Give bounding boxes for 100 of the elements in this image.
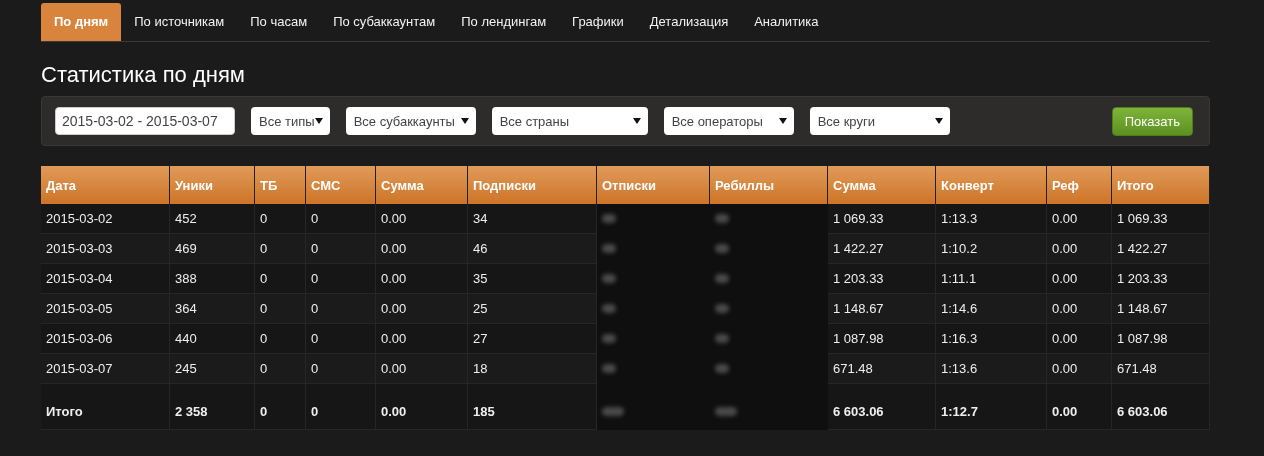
table-cell: 2015-03-05 — [41, 293, 170, 324]
table-cell: 2015-03-04 — [41, 263, 170, 294]
blurred-value — [715, 274, 729, 283]
tab[interactable]: Детализация — [636, 3, 742, 41]
table-cell: Итого — [41, 383, 170, 430]
table-cell: 1 069.33 — [1111, 204, 1210, 234]
blurred-value — [715, 244, 729, 253]
table-cell: 1:10.2 — [935, 233, 1047, 264]
tab[interactable]: Аналитика — [741, 3, 832, 41]
table-cell: 1:14.6 — [935, 293, 1047, 324]
blurred-value — [602, 407, 624, 416]
column-header[interactable]: Дата — [41, 166, 170, 204]
table-cell: 0.00 — [375, 353, 468, 384]
caret-icon — [934, 117, 943, 125]
table-cell: 671.48 — [1111, 353, 1210, 384]
dropdown[interactable]: Все типы — [251, 107, 330, 135]
table-cell: 1:11.1 — [935, 263, 1047, 294]
table-cell: 2015-03-02 — [41, 204, 170, 234]
column-header[interactable]: Итого — [1111, 166, 1210, 204]
table-cell: 0 — [254, 263, 306, 294]
blurred-value — [602, 364, 616, 373]
table-cell: 2015-03-03 — [41, 233, 170, 264]
table-cell: 1 148.67 — [827, 293, 936, 324]
table-cell: 1 203.33 — [827, 263, 936, 294]
blurred-value — [715, 407, 737, 416]
dropdown[interactable]: Все субаккаунты — [345, 107, 476, 135]
table-cell: 0 — [254, 293, 306, 324]
table-cell: 185 — [467, 383, 597, 430]
table-cell: 671.48 — [827, 353, 936, 384]
blurred-value — [715, 364, 729, 373]
blurred-value — [602, 334, 616, 343]
table-cell: 0.00 — [1046, 353, 1112, 384]
table-cell: 0.00 — [375, 233, 468, 264]
table-cell: 0.00 — [1046, 383, 1112, 430]
blurred-value — [715, 304, 729, 313]
show-button[interactable]: Показать — [1111, 106, 1193, 136]
table-cell: 0 — [254, 383, 306, 430]
table-cell: 1 422.27 — [1111, 233, 1210, 264]
table-cell: 0.00 — [1046, 323, 1112, 354]
table-cell: 0 — [305, 263, 376, 294]
caret-icon — [632, 117, 641, 125]
table-cell: 0.00 — [375, 263, 468, 294]
dropdown[interactable]: Все операторы — [663, 107, 794, 135]
table-cell: 440 — [169, 323, 255, 354]
blurred-value — [602, 244, 616, 253]
tab[interactable]: По источникам — [121, 3, 238, 41]
table-cell: 0.00 — [1046, 263, 1112, 294]
blurred-value — [715, 214, 729, 223]
caret-icon — [460, 117, 469, 125]
tab[interactable]: По часам — [237, 3, 321, 41]
table-cell: 452 — [169, 204, 255, 234]
table-cell: 46 — [467, 233, 597, 264]
column-header[interactable]: Уники — [169, 166, 255, 204]
table-cell: 0 — [305, 233, 376, 264]
table-cell: 1 148.67 — [1111, 293, 1210, 324]
table-cell: 0.00 — [375, 383, 468, 430]
table-cell: 0 — [305, 383, 376, 430]
column-header[interactable]: СМС — [305, 166, 376, 204]
table-cell: 2 358 — [169, 383, 255, 430]
blurred-value — [715, 334, 729, 343]
table-cell: 27 — [467, 323, 597, 354]
table-cell: 18 — [467, 353, 597, 384]
tab[interactable]: Графики — [559, 3, 637, 41]
column-header[interactable]: ТБ — [254, 166, 306, 204]
table-cell: 1 203.33 — [1111, 263, 1210, 294]
table-cell: 1:13.6 — [935, 353, 1047, 384]
table-cell: 0.00 — [1046, 293, 1112, 324]
table-cell: 2015-03-06 — [41, 323, 170, 354]
dropdown[interactable]: Все круги — [809, 107, 950, 135]
column-header[interactable]: Подписки — [467, 166, 597, 204]
table-cell: 6 603.06 — [1111, 383, 1210, 430]
tab[interactable]: По субаккаунтам — [320, 3, 449, 41]
caret-icon — [314, 117, 323, 125]
table-cell: 2015-03-07 — [41, 353, 170, 384]
table-cell: 1 422.27 — [827, 233, 936, 264]
column-header[interactable]: Отписки — [596, 166, 710, 204]
table-cell: 0 — [305, 323, 376, 354]
table-cell: 1 069.33 — [827, 204, 936, 234]
table-cell: 364 — [169, 293, 255, 324]
caret-icon — [778, 117, 787, 125]
table-cell: 388 — [169, 263, 255, 294]
blurred-value — [602, 214, 616, 223]
table-cell: 1 087.98 — [827, 323, 936, 354]
table-cell: 0 — [254, 204, 306, 234]
column-header[interactable]: Сумма — [375, 166, 468, 204]
column-header[interactable]: Конверт — [935, 166, 1047, 204]
table-cell: 0 — [254, 353, 306, 384]
tab[interactable]: По дням — [41, 3, 122, 41]
blurred-value — [602, 304, 616, 313]
column-header[interactable]: Реф — [1046, 166, 1112, 204]
tab[interactable]: По лендингам — [448, 3, 560, 41]
table-cell: 1:16.3 — [935, 323, 1047, 354]
table-cell: 1:13.3 — [935, 204, 1047, 234]
table-cell: 0 — [305, 293, 376, 324]
dropdown[interactable]: Все страны — [491, 107, 648, 135]
column-header[interactable]: Сумма — [827, 166, 936, 204]
page-title: Статистика по дням — [41, 62, 246, 88]
table-cell: 35 — [467, 263, 597, 294]
column-header[interactable]: Ребиллы — [709, 166, 828, 204]
date-range-field[interactable]: 2015-03-02 - 2015-03-07 — [55, 107, 235, 135]
